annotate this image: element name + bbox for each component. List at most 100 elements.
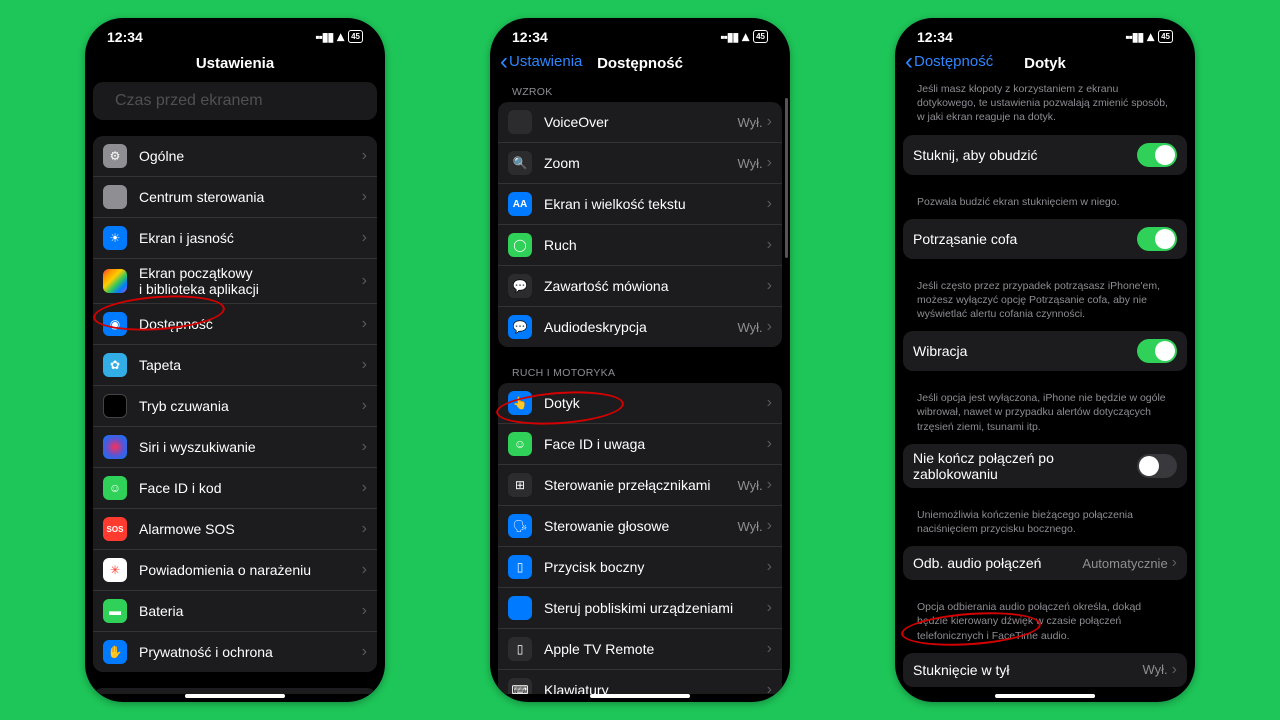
nav-title: Dostępność	[597, 55, 683, 72]
back-button[interactable]: Dostępność	[905, 53, 993, 70]
wifi-icon: ▴	[337, 28, 344, 45]
chevron-right-icon: ›	[362, 315, 367, 333]
toggle-vibration[interactable]	[1137, 339, 1177, 363]
speech-icon: 💬	[508, 274, 532, 298]
chevron-right-icon: ›	[767, 394, 772, 412]
screenshot-accessibility: 12:34 ▪▪▮▮▴45 Ustawienia Dostępność Wzro…	[490, 18, 790, 702]
chevron-right-icon: ›	[767, 236, 772, 254]
status-icons: ▪▪▮▮▴45	[720, 28, 768, 45]
row-general[interactable]: ⚙Ogólne›	[93, 136, 377, 176]
row-back-tap[interactable]: Stuknięcie w tyłWył.›	[903, 653, 1187, 687]
switch-icon: ⊞	[508, 473, 532, 497]
chevron-right-icon: ›	[767, 154, 772, 172]
touch-icon: 👆	[508, 391, 532, 415]
home-indicator[interactable]	[590, 694, 690, 698]
row-keyboards[interactable]: ⌨Klawiatury›	[498, 669, 782, 694]
chevron-right-icon: ›	[362, 397, 367, 415]
row-display-text[interactable]: AAEkran i wielkość tekstu›	[498, 183, 782, 224]
row-spoken[interactable]: 💬Zawartość mówiona›	[498, 265, 782, 306]
cellular-icon: ▪▪▮▮	[720, 30, 738, 44]
chevron-right-icon: ›	[767, 681, 772, 694]
row-standby[interactable]: Tryb czuwania›	[93, 385, 377, 426]
row-apple-tv[interactable]: ▯Apple TV Remote›	[498, 628, 782, 669]
voice-icon: 🗣	[508, 514, 532, 538]
footer-lock-end: Uniemożliwia kończenie bieżącego połącze…	[903, 504, 1187, 546]
settings-group-main: ⚙Ogólne› Centrum sterowania› ☀Ekran i ja…	[93, 136, 377, 672]
chevron-right-icon: ›	[767, 277, 772, 295]
row-audio-routing[interactable]: Odb. audio połączeńAutomatycznie›	[903, 546, 1187, 580]
intro-text: Jeśli masz kłopoty z korzystaniem z ekra…	[903, 82, 1187, 135]
chevron-right-icon: ›	[362, 438, 367, 456]
keyboard-icon: ⌨	[508, 678, 532, 694]
status-icons: ▪▪▮▮ ▴ 45	[1125, 28, 1173, 45]
chevron-right-icon: ›	[362, 561, 367, 579]
row-siri[interactable]: Siri i wyszukiwanie›	[93, 426, 377, 467]
chevron-right-icon: ›	[362, 272, 367, 290]
chevron-right-icon: ›	[1172, 554, 1177, 572]
scrollbar[interactable]	[785, 98, 788, 258]
time: 12:34	[917, 29, 953, 45]
row-display[interactable]: ☀Ekran i jasność›	[93, 217, 377, 258]
screenshot-settings-main: 12:34 ▪▪▮▮ ▴ 45 Ustawienia Czas przed ek…	[85, 18, 385, 702]
battery-icon: ▬	[103, 599, 127, 623]
zoom-icon: 🔍	[508, 151, 532, 175]
cellular-icon: ▪▪▮▮	[315, 30, 333, 44]
back-button[interactable]: Ustawienia	[500, 53, 582, 70]
row-vibration[interactable]: Wibracja	[903, 331, 1187, 371]
row-faceid[interactable]: ☺Face ID i kod›	[93, 467, 377, 508]
chevron-right-icon: ›	[767, 599, 772, 617]
chevron-right-icon: ›	[362, 147, 367, 165]
toggle-tap-to-wake[interactable]	[1137, 143, 1177, 167]
row-side-button[interactable]: ▯Przycisk boczny›	[498, 546, 782, 587]
audiodesc-icon: 💬	[508, 315, 532, 339]
row-motion[interactable]: ◯Ruch›	[498, 224, 782, 265]
row-accessibility[interactable]: ◉Dostępność›	[93, 303, 377, 344]
row-switch-control[interactable]: ⊞Sterowanie przełącznikamiWył.›	[498, 464, 782, 505]
row-wallpaper[interactable]: ✿Tapeta›	[93, 344, 377, 385]
home-indicator[interactable]	[185, 694, 285, 698]
chevron-right-icon: ›	[362, 602, 367, 620]
exposure-icon: ✳	[103, 558, 127, 582]
row-audiodesc[interactable]: 💬AudiodeskrypcjaWył.›	[498, 306, 782, 347]
row-privacy[interactable]: ✋Prywatność i ochrona›	[93, 631, 377, 672]
chevron-right-icon: ›	[767, 318, 772, 336]
chevron-right-icon: ›	[767, 640, 772, 658]
row-exposure[interactable]: ✳Powiadomienia o narażeniu›	[93, 549, 377, 590]
row-lock-end-call[interactable]: Nie kończ połączeń pozablokowaniu	[903, 444, 1187, 488]
cellular-icon: ▪▪▮▮	[1125, 30, 1143, 44]
row-control-center[interactable]: Centrum sterowania›	[93, 176, 377, 217]
row-voiceover[interactable]: VoiceOverWył.›	[498, 102, 782, 142]
toggle-lock-end-call[interactable]	[1137, 454, 1177, 478]
time: 12:34	[107, 29, 143, 45]
battery-icon: 45	[1158, 30, 1173, 43]
row-zoom[interactable]: 🔍ZoomWył.›	[498, 142, 782, 183]
nav-title: Ustawienia	[85, 49, 385, 82]
sun-icon: ☀	[103, 226, 127, 250]
row-nearby[interactable]: Steruj pobliskimi urządzeniami›	[498, 587, 782, 628]
sos-icon: SOS	[103, 517, 127, 541]
motion-icon: ◯	[508, 233, 532, 257]
row-tap-to-wake[interactable]: Stuknij, aby obudzić	[903, 135, 1187, 175]
home-indicator[interactable]	[995, 694, 1095, 698]
chevron-right-icon: ›	[767, 195, 772, 213]
row-shake-undo[interactable]: Potrząsanie cofa	[903, 219, 1187, 259]
nav-bar: Dostępność Dotyk	[895, 49, 1195, 82]
row-battery[interactable]: ▬Bateria›	[93, 590, 377, 631]
accessibility-icon: ◉	[103, 312, 127, 336]
group-audio-routing: Odb. audio połączeńAutomatycznie›	[903, 546, 1187, 580]
chevron-right-icon: ›	[362, 188, 367, 206]
row-faceid-attention[interactable]: ☺Face ID i uwaga›	[498, 423, 782, 464]
row-touch[interactable]: 👆Dotyk›	[498, 383, 782, 423]
apps-icon	[103, 269, 127, 293]
wifi-icon: ▴	[1147, 28, 1154, 45]
row-sos[interactable]: SOSAlarmowe SOS›	[93, 508, 377, 549]
row-screen-time[interactable]: Czas przed ekranem	[93, 82, 377, 120]
row-voice-control[interactable]: 🗣Sterowanie głosoweWył.›	[498, 505, 782, 546]
nav-title: Dotyk	[1024, 55, 1066, 72]
toggle-shake-undo[interactable]	[1137, 227, 1177, 251]
section-header-vision: Wzrok	[498, 82, 782, 102]
flower-icon: ✿	[103, 353, 127, 377]
row-home-screen[interactable]: Ekran początkowyi biblioteka aplikacji›	[93, 258, 377, 303]
voiceover-icon	[508, 110, 532, 134]
status-icons: ▪▪▮▮ ▴ 45	[315, 28, 363, 45]
